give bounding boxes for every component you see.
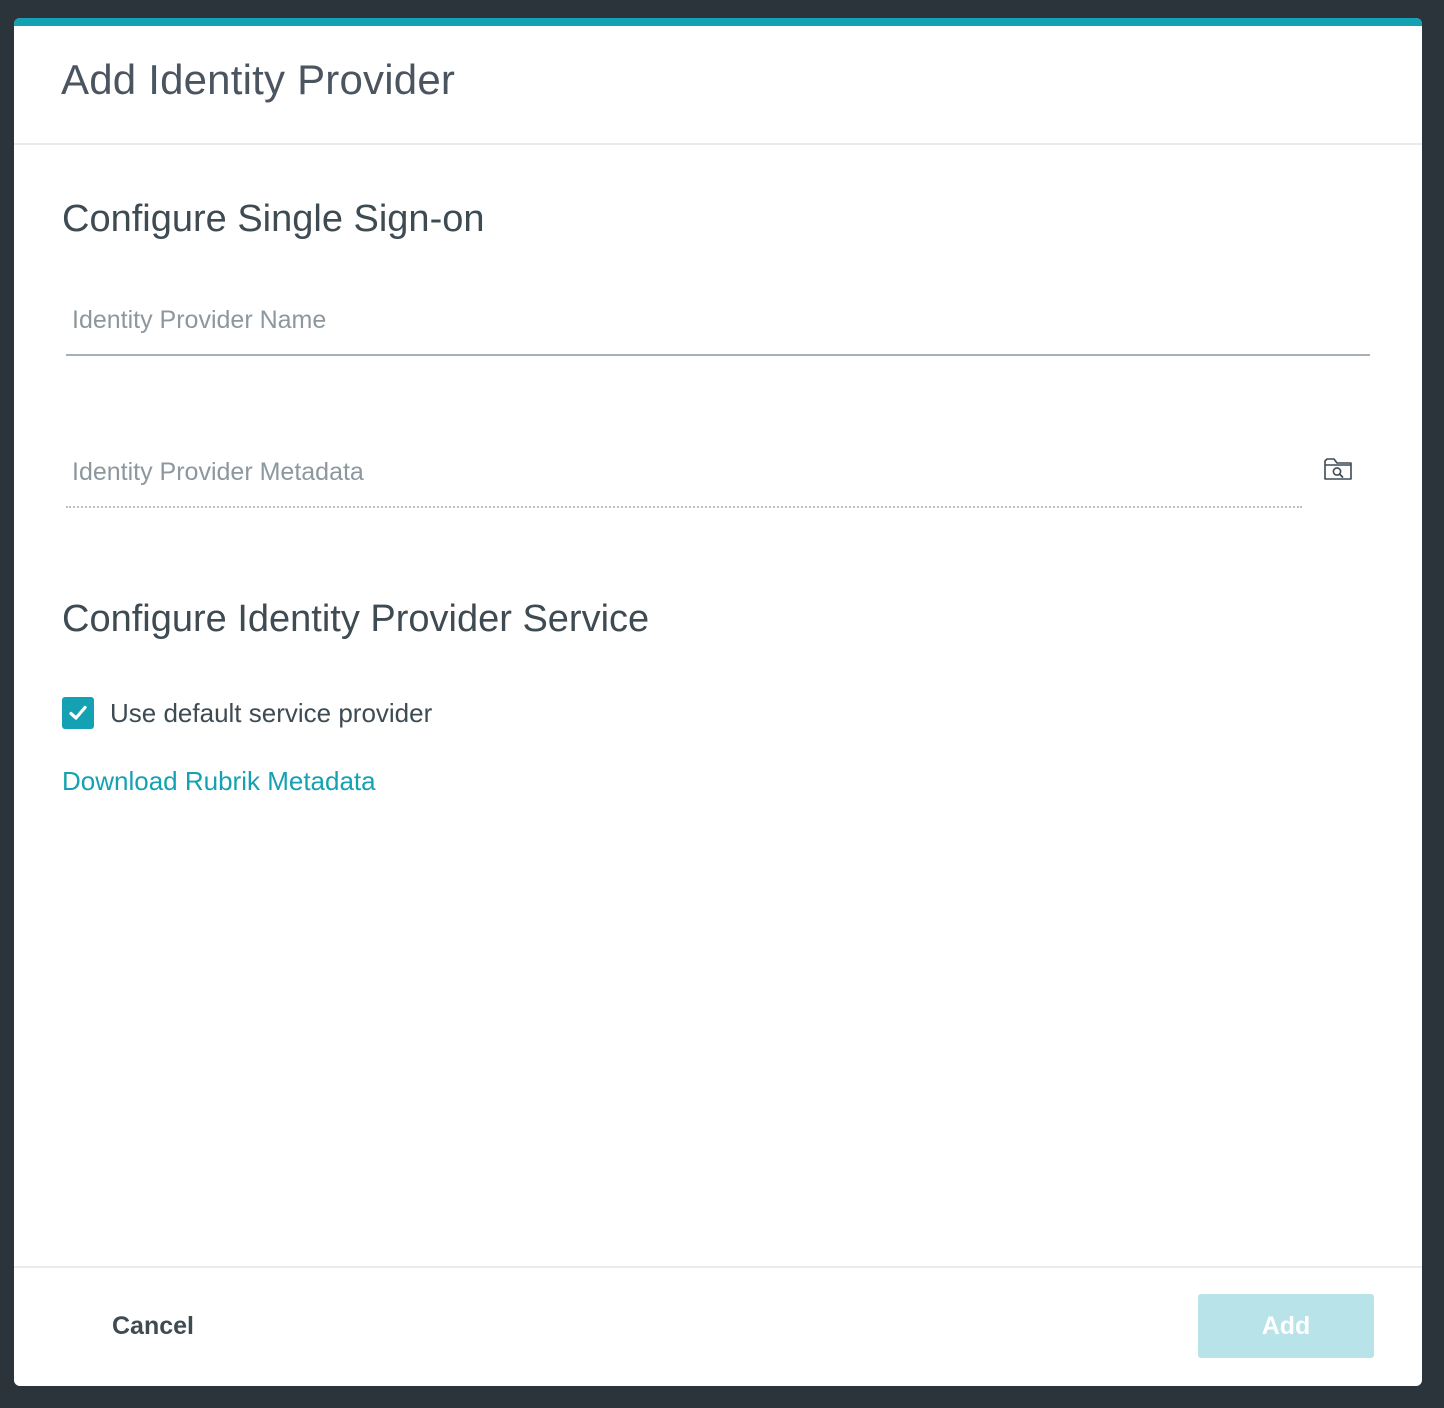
download-rubrik-metadata-link[interactable]: Download Rubrik Metadata bbox=[62, 766, 376, 797]
checkmark-icon bbox=[69, 705, 87, 720]
identity-provider-name-input[interactable] bbox=[66, 300, 1370, 340]
use-default-service-provider-label[interactable]: Use default service provider bbox=[110, 698, 432, 729]
dialog-footer: Cancel Add bbox=[14, 1266, 1422, 1386]
add-identity-provider-dialog: Add Identity Provider Configure Single S… bbox=[14, 18, 1422, 1386]
dialog-accent-bar bbox=[14, 18, 1422, 26]
metadata-field-underline bbox=[66, 506, 1302, 508]
identity-provider-metadata-field bbox=[66, 452, 1302, 508]
use-default-service-provider-row: Use default service provider bbox=[62, 696, 432, 730]
use-default-service-provider-checkbox[interactable] bbox=[62, 697, 94, 729]
service-section-heading: Configure Identity Provider Service bbox=[62, 598, 650, 640]
dialog-title: Add Identity Provider bbox=[61, 56, 456, 103]
name-field-underline bbox=[66, 354, 1370, 356]
sso-section-heading: Configure Single Sign-on bbox=[62, 198, 485, 240]
cancel-button[interactable]: Cancel bbox=[92, 1294, 214, 1358]
add-button[interactable]: Add bbox=[1198, 1294, 1374, 1358]
identity-provider-name-field bbox=[66, 300, 1370, 356]
folder-search-icon[interactable] bbox=[1322, 452, 1354, 484]
dialog-header: Add Identity Provider bbox=[14, 26, 1422, 145]
identity-provider-metadata-input[interactable] bbox=[66, 452, 1302, 492]
